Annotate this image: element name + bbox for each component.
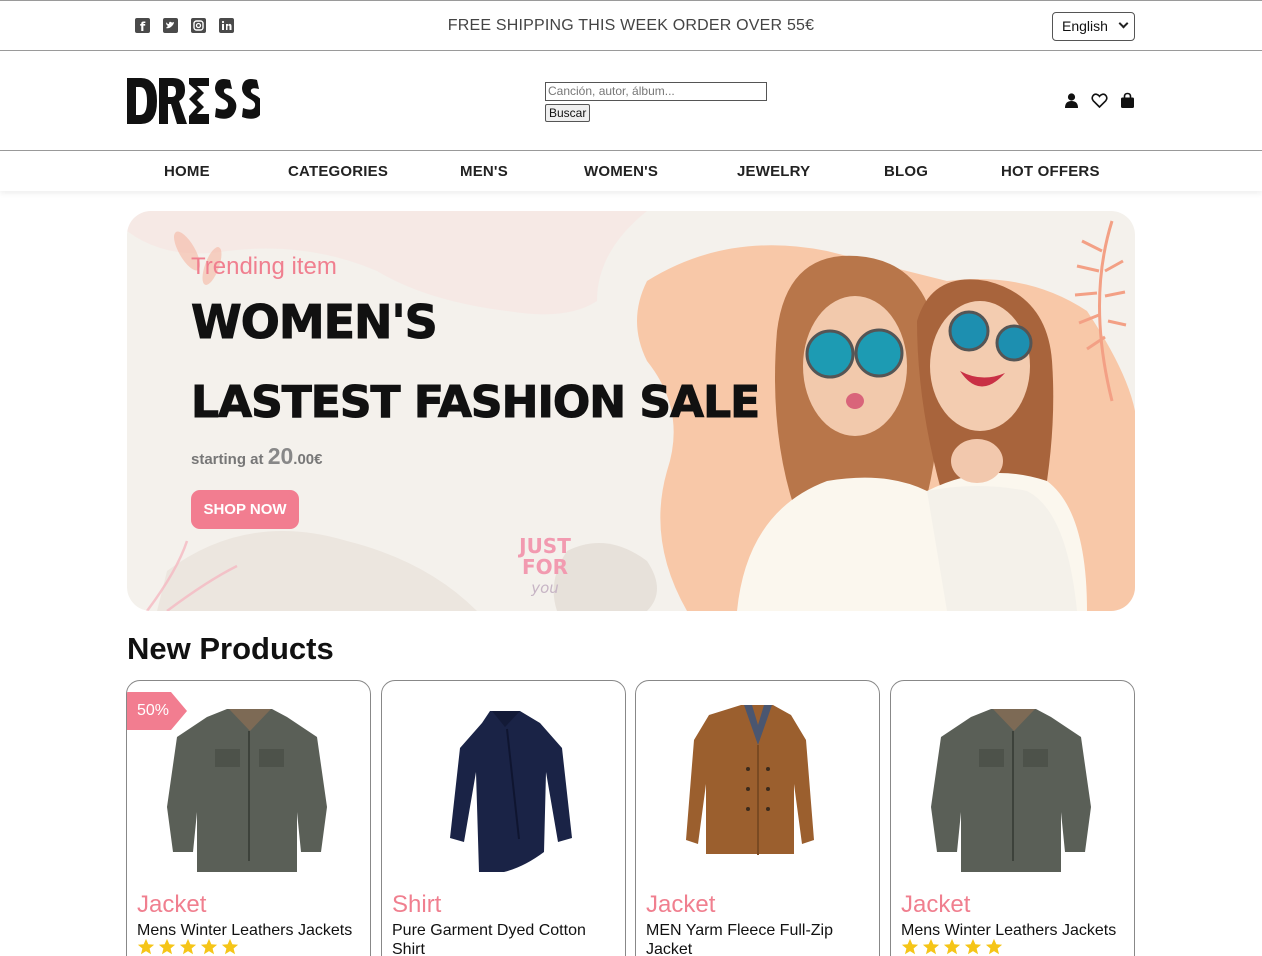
product-card[interactable]: Shirt Pure Garment Dyed Cotton Shirt	[381, 680, 626, 956]
star-icon	[901, 938, 919, 955]
discount-badge: 50%	[127, 692, 187, 730]
product-category: Jacket	[901, 891, 971, 918]
shop-now-button[interactable]: SHOP NOW	[191, 490, 299, 529]
product-category: Jacket	[137, 891, 207, 918]
product-image	[686, 705, 814, 855]
price-main: 20	[267, 443, 294, 469]
star-icon	[179, 938, 197, 955]
product-category: Jacket	[646, 891, 716, 918]
product-card[interactable]: Jacket MEN Yarm Fleece Full-Zip Jacket	[635, 680, 880, 956]
product-category: Shirt	[392, 891, 442, 918]
product-card[interactable]: Jacket Mens Winter Leathers Jackets	[890, 680, 1135, 956]
star-icon	[943, 938, 961, 955]
starting-label: starting at	[191, 451, 264, 468]
product-card[interactable]: 50% Jacket Mens Winter Leathers Jackets	[126, 680, 371, 956]
nav-item-womens[interactable]: WOMEN'S	[584, 163, 658, 180]
star-icon	[221, 938, 239, 955]
star-icon	[985, 938, 1003, 955]
price-tail: .00€	[293, 451, 323, 468]
section-title: New Products	[127, 631, 334, 666]
product-rating	[137, 938, 239, 956]
user-icon[interactable]	[1063, 92, 1080, 109]
sticker-line-3: you	[531, 579, 559, 597]
search-input[interactable]: Canción, autor, álbum...	[545, 82, 767, 101]
nav-item-jewelry[interactable]: JEWELRY	[737, 163, 810, 180]
hero-title-line-1: WOMEN'S	[191, 295, 439, 350]
star-icon	[158, 938, 176, 955]
nav-item-mens[interactable]: MEN'S	[460, 163, 508, 180]
heart-icon[interactable]	[1091, 92, 1108, 109]
nav-item-blog[interactable]: BLOG	[884, 163, 928, 180]
product-name[interactable]: MEN Yarm Fleece Full-Zip Jacket	[646, 921, 871, 956]
product-rating	[901, 938, 1003, 956]
just-for-you-sticker: JUST FOR you	[515, 536, 575, 599]
nav-item-categories[interactable]: CATEGORIES	[288, 163, 388, 180]
main-nav: HOME CATEGORIES MEN'S WOMEN'S JEWELRY BL…	[0, 151, 1262, 191]
product-name[interactable]: Pure Garment Dyed Cotton Shirt	[392, 921, 617, 956]
site-header: Canción, autor, álbum... Buscar	[0, 51, 1262, 151]
nav-item-home[interactable]: HOME	[164, 163, 210, 180]
badge-text: 50%	[137, 702, 170, 719]
dress-logo[interactable]	[125, 74, 260, 129]
star-icon	[964, 938, 982, 955]
sticker-line-2: FOR	[521, 555, 569, 579]
star-icon	[200, 938, 218, 955]
hero-eyebrow: Trending item	[191, 253, 337, 280]
language-select[interactable]: English	[1052, 12, 1135, 41]
language-select-value: English	[1062, 18, 1108, 34]
top-bar: f FREE SHIPPING THIS WEEK ORDER OVER 55€…	[0, 0, 1262, 51]
star-icon	[922, 938, 940, 955]
hero-banner[interactable]: Trending item WOMEN'S LASTEST FASHION SA…	[127, 211, 1135, 611]
bag-icon[interactable]	[1119, 92, 1136, 109]
chevron-down-icon	[1118, 18, 1129, 29]
product-image	[450, 711, 572, 872]
nav-item-hot-offers[interactable]: HOT OFFERS	[1001, 163, 1100, 180]
hero-starting-price: starting at 20.00€	[191, 443, 322, 470]
product-image	[931, 709, 1091, 872]
header-actions	[1063, 92, 1136, 109]
star-icon	[137, 938, 155, 955]
search-button[interactable]: Buscar	[545, 104, 591, 122]
sticker-line-1: JUST	[519, 534, 571, 558]
hero-title-line-2: LASTEST FASHION SALE	[190, 377, 760, 429]
